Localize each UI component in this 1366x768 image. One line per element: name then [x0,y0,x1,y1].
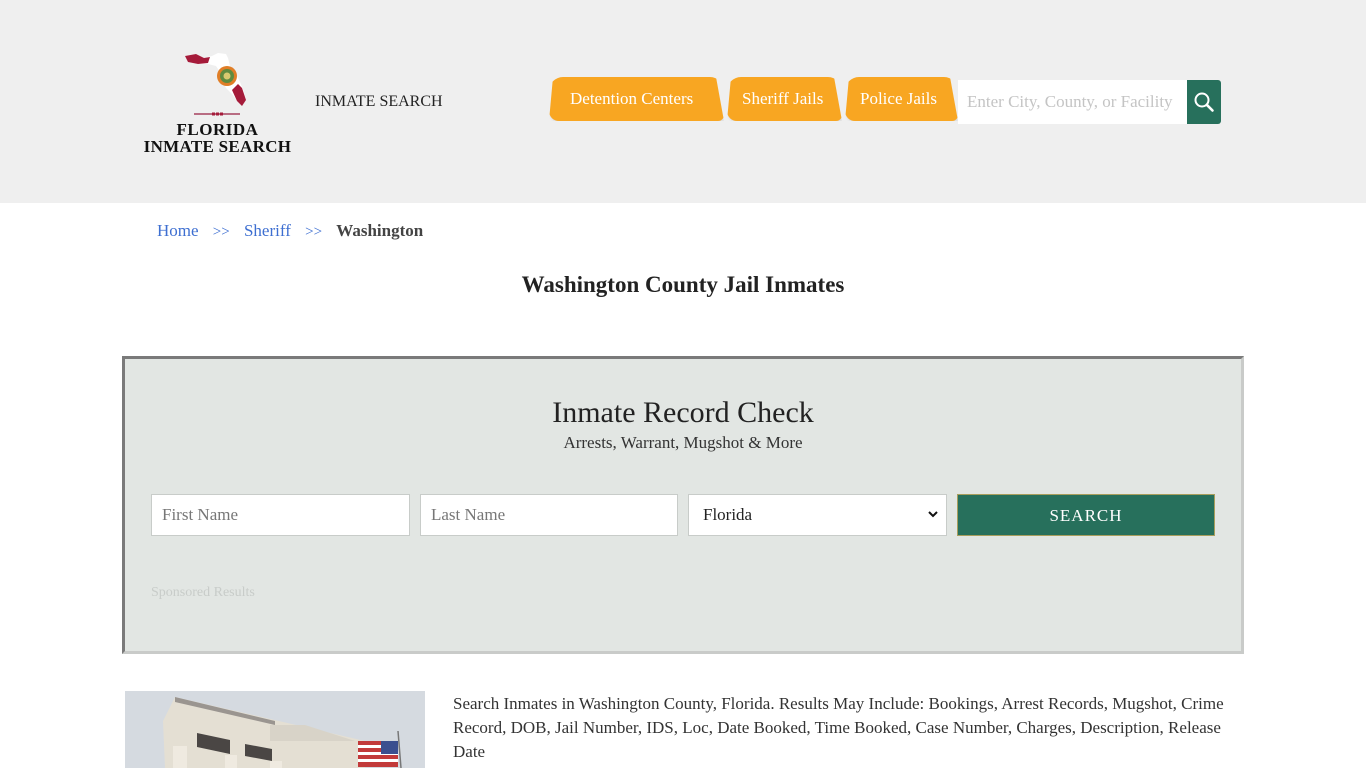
sponsored-results-label: Sponsored Results [151,585,255,600]
inmate-record-check-panel: Inmate Record Check Arrests, Warrant, Mu… [122,356,1244,654]
breadcrumb-current: Washington [336,221,424,240]
main-nav: Detention Centers Sheriff Jails Police J… [549,77,961,121]
first-name-input[interactable] [151,494,410,536]
courthouse-photo-icon [125,691,425,768]
record-check-title: Inmate Record Check [552,396,814,429]
search-icon [1194,92,1214,112]
nav-tab-police-jails[interactable]: Police Jails [845,77,958,121]
chevron-down-icon [928,495,938,551]
record-check-subtitle: Arrests, Warrant, Mugshot & More [563,433,803,452]
logo-text-line2: INMATE SEARCH [143,137,292,156]
state-select[interactable]: Florida [688,494,947,536]
breadcrumb-sheriff[interactable]: Sheriff [244,221,291,240]
last-name-input[interactable] [420,494,678,536]
breadcrumb: Home >> Sheriff >> Washington [157,221,423,241]
breadcrumb-separator: >> [305,224,323,240]
breadcrumb-home[interactable]: Home [157,221,199,240]
nav-tab-detention-centers[interactable]: Detention Centers [549,77,724,121]
state-select-value: Florida [703,505,753,524]
page-title: Washington County Jail Inmates [521,272,845,297]
facility-search [958,80,1221,124]
facility-search-input[interactable] [958,80,1188,124]
florida-map-icon [185,53,246,116]
site-header: FLORIDA INMATE SEARCH INMATE SEARCH Dete… [0,0,1366,203]
nav-tab-sheriff-jails[interactable]: Sheriff Jails [727,77,842,121]
site-logo[interactable]: FLORIDA INMATE SEARCH [140,40,295,160]
inmate-search-link[interactable]: INMATE SEARCH [315,93,443,111]
breadcrumb-separator: >> [212,224,230,240]
record-search-button[interactable]: SEARCH [957,494,1215,536]
county-description: Search Inmates in Washington County, Flo… [453,694,1224,761]
facility-search-button[interactable] [1187,80,1221,124]
courthouse-image [125,691,425,768]
